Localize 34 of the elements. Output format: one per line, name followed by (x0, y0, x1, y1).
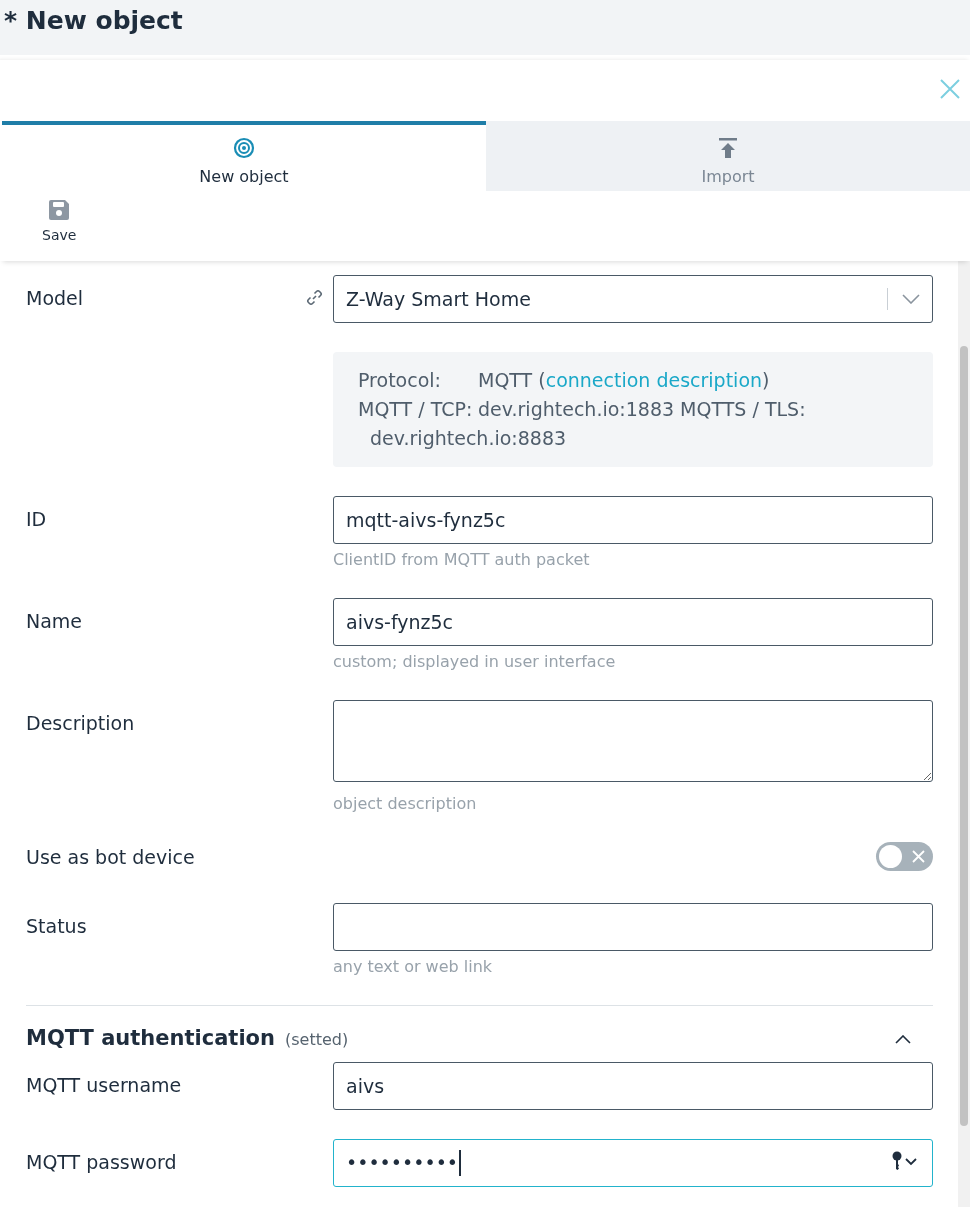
description-field[interactable] (333, 700, 933, 782)
field-hint: object description (333, 794, 477, 813)
text-field[interactable]: mqtt-aivs-fynz5c (333, 496, 933, 544)
section-status: (setted) (284, 1030, 349, 1049)
target-icon (233, 137, 255, 159)
chevron-up-icon[interactable] (895, 1034, 911, 1044)
text-field[interactable] (333, 903, 933, 951)
field-label: MQTT username (26, 1073, 182, 1096)
field-label: Use as bot device (26, 845, 195, 868)
field-label: MQTT password (26, 1150, 177, 1173)
save-button[interactable]: Save (36, 199, 83, 261)
field-label: ID (26, 507, 47, 530)
link-icon[interactable] (306, 289, 323, 306)
field-hint: custom; displayed in user interface (333, 652, 616, 671)
upload-icon (718, 137, 738, 159)
connection-info-text: Protocol: MQTT (connection description) (358, 368, 771, 393)
section-title: MQTT authentication (26, 1026, 275, 1050)
cross-icon (912, 850, 925, 863)
scrollbar[interactable] (958, 261, 970, 1207)
field-label: Status (26, 914, 87, 937)
text-field[interactable]: aivs-fynz5c (333, 598, 933, 646)
chevron-down-icon (902, 294, 920, 304)
model-select[interactable]: Z-Way Smart Home (333, 275, 933, 323)
field-label: Description (26, 711, 135, 734)
text-field[interactable]: aivs (333, 1062, 933, 1110)
page-title: * New object (4, 6, 183, 35)
toggle-switch[interactable] (876, 842, 933, 871)
field-hint: any text or web link (333, 957, 493, 976)
password-field[interactable]: •••••••••• (333, 1139, 933, 1187)
field-label: Name (26, 609, 83, 632)
key-dropdown-icon[interactable] (892, 1151, 920, 1171)
field-label: Model (26, 286, 84, 309)
connection-info-text: MQTT / TCP: dev.rightech.io:1883 MQTTS / TLS: dev.rightech.io:8883 (358, 397, 807, 451)
field-hint: ClientID from MQTT auth packet (333, 550, 590, 569)
